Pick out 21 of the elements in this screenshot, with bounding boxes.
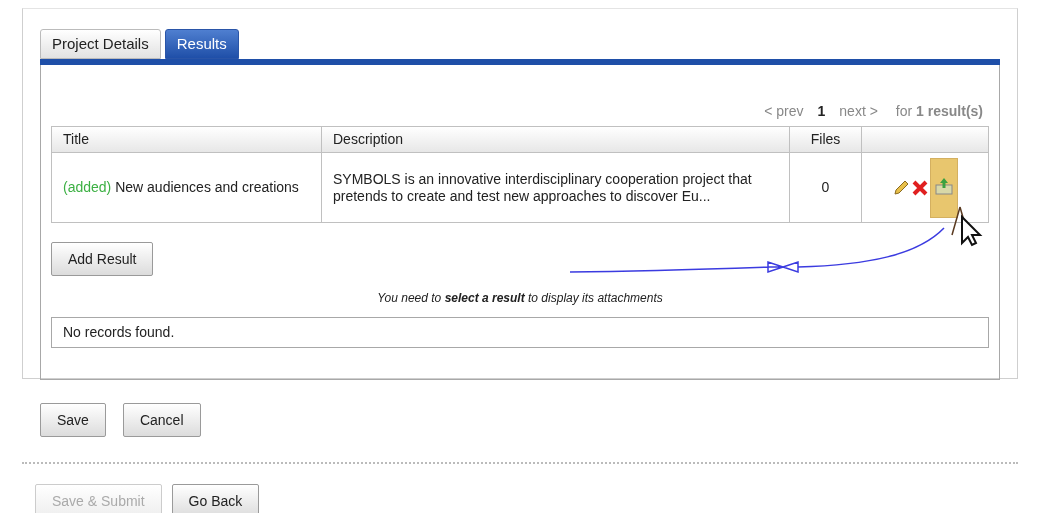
column-header: Description bbox=[321, 126, 790, 153]
upload-icon bbox=[934, 176, 954, 195]
result-count: for 1 result(s) bbox=[895, 101, 983, 121]
page-number[interactable]: 1 bbox=[817, 100, 826, 122]
next-link[interactable]: next > bbox=[839, 100, 878, 122]
add-result-button[interactable]: Add Result bbox=[51, 242, 154, 276]
table-cell: (added) New audiences and creations bbox=[51, 152, 322, 223]
tab[interactable]: Results bbox=[164, 29, 239, 59]
tab[interactable]: Project Details bbox=[40, 29, 161, 59]
attachments-hint: You need to select a result to display its attachments bbox=[377, 291, 663, 305]
form-button[interactable]: Cancel bbox=[122, 403, 201, 437]
column-header: Files bbox=[789, 126, 862, 153]
table-cell: SYMBOLS is an innovative interdisciplinary cooperation project that pretends to create and test new approaches to discover Eu... bbox=[321, 152, 790, 223]
delete-icon[interactable] bbox=[912, 179, 928, 196]
pencil-icon[interactable] bbox=[892, 178, 910, 197]
table-cell: 0 bbox=[789, 152, 862, 223]
form-button[interactable]: Go Back bbox=[171, 484, 260, 513]
attachments-empty-row: No records found. bbox=[51, 317, 989, 348]
prev-link[interactable]: < prev bbox=[764, 100, 804, 122]
column-header: Title bbox=[51, 126, 322, 153]
form-button[interactable]: Save bbox=[40, 403, 106, 437]
